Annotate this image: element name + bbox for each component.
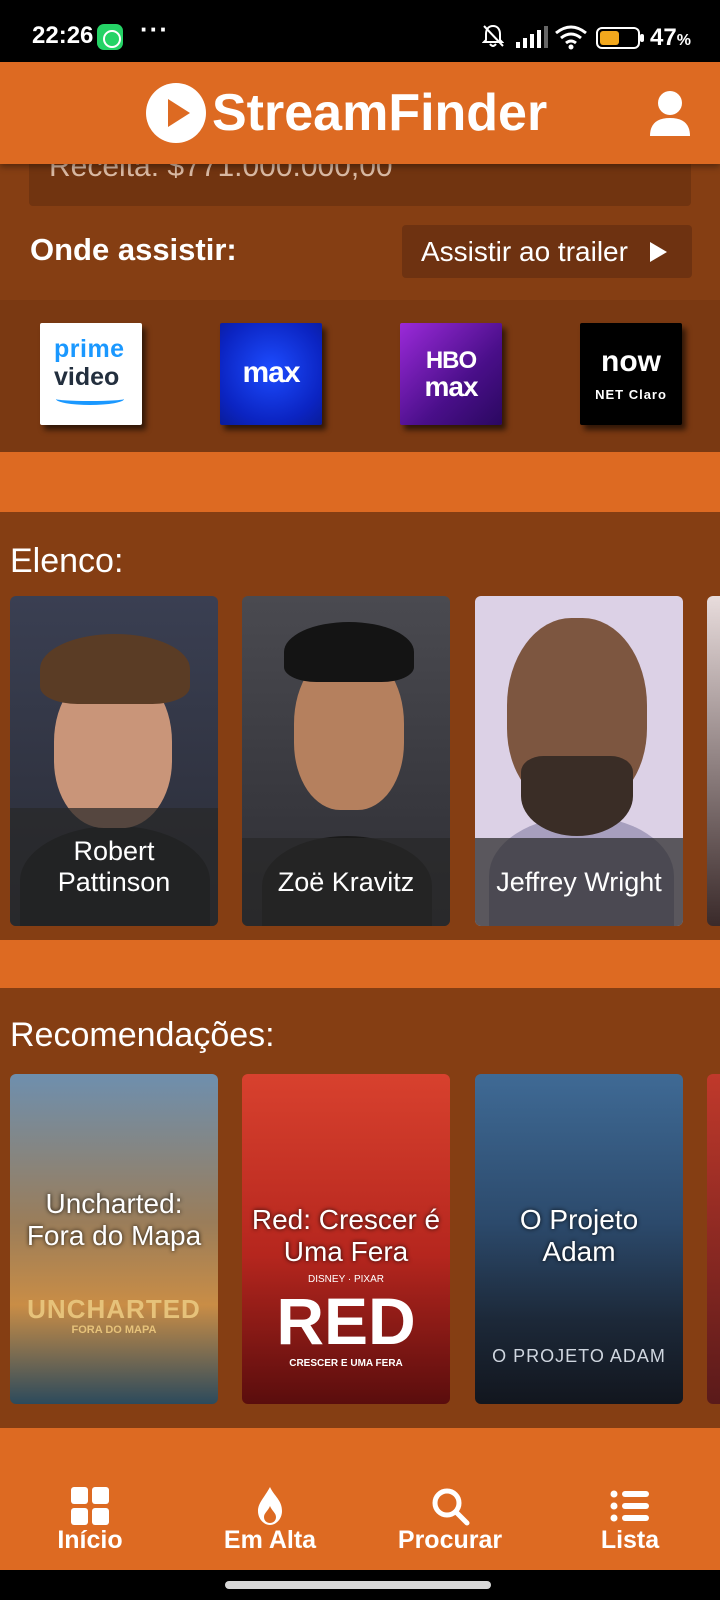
bell-muted-icon bbox=[482, 24, 504, 47]
wifi-icon bbox=[555, 25, 587, 50]
recommendation-title: Red: Crescer é Uma Fera bbox=[251, 1204, 441, 1267]
poster-text: RED bbox=[276, 1284, 416, 1358]
cast-card[interactable]: Zoë Kravitz bbox=[242, 596, 450, 926]
recommendation-title: Uncharted: Fora do Mapa bbox=[26, 1188, 202, 1251]
nav-label: Início bbox=[57, 1526, 123, 1554]
whatsapp-notification-icon bbox=[97, 24, 123, 50]
more-notifications-icon: ··· bbox=[140, 14, 169, 44]
recommendations-section: Recomendações: Uncharted: Fora do Mapa U… bbox=[0, 988, 720, 1428]
grid-icon bbox=[71, 1487, 109, 1525]
cast-card[interactable]: Jeffrey Wright bbox=[475, 596, 683, 926]
flame-icon bbox=[258, 1487, 282, 1525]
where-to-watch-label: Onde assistir: bbox=[30, 232, 237, 267]
nav-label: Em Alta bbox=[223, 1526, 317, 1554]
provider-prime-video[interactable]: prime video bbox=[40, 323, 142, 425]
provider-hbo-max[interactable]: HBO max bbox=[400, 323, 502, 425]
status-bar: 22:26 ··· 47% bbox=[0, 0, 720, 62]
revenue-text: Receita: $771.000.000,00 bbox=[49, 164, 393, 183]
cast-name: Robert Pattinson bbox=[10, 808, 218, 926]
home-gesture-bar[interactable] bbox=[225, 1581, 491, 1589]
watch-trailer-label: Assistir ao trailer bbox=[421, 236, 628, 267]
cast-title: Elenco: bbox=[10, 542, 124, 580]
movie-info-panel: Receita: $771.000.000,00 Onde assistir: … bbox=[0, 164, 720, 300]
poster-subtext: FORA DO MAPA bbox=[71, 1324, 157, 1336]
poster-text: O PROJETO ADAM bbox=[492, 1346, 666, 1366]
app-header: StreamFinder bbox=[0, 62, 720, 164]
watch-trailer-button[interactable]: Assistir ao trailer bbox=[402, 225, 692, 278]
provider-now[interactable]: now NET Claro bbox=[580, 323, 682, 425]
recommendation-card[interactable]: O Projeto Adam O PROJETO ADAM bbox=[475, 1074, 683, 1404]
recommendation-card[interactable] bbox=[707, 1074, 720, 1404]
cast-name: Zoë Kravitz bbox=[242, 838, 450, 926]
play-icon bbox=[650, 242, 667, 262]
nav-procurar[interactable]: Procurar bbox=[360, 1468, 540, 1570]
logo-play-icon[interactable] bbox=[146, 83, 206, 143]
providers-list: prime video max HBO max now NET Claro bbox=[0, 300, 720, 452]
cast-card[interactable] bbox=[707, 596, 720, 926]
cast-section: Elenco: Robert Pattinson Zoë Kravitz Jef… bbox=[0, 512, 720, 940]
poster-text: UNCHARTED bbox=[27, 1294, 201, 1324]
nav-em-alta[interactable]: Em Alta bbox=[180, 1468, 360, 1570]
app-title[interactable]: StreamFinder bbox=[212, 83, 547, 143]
status-time: 22:26 bbox=[32, 22, 94, 49]
recommendations-title: Recomendações: bbox=[10, 1016, 275, 1054]
revenue-box: Receita: $771.000.000,00 bbox=[29, 164, 691, 206]
nav-inicio[interactable]: Início bbox=[0, 1468, 180, 1570]
battery-icon bbox=[596, 27, 644, 49]
nav-label: Procurar bbox=[397, 1526, 503, 1554]
battery-percent: 47% bbox=[650, 24, 691, 51]
profile-icon[interactable] bbox=[648, 90, 692, 138]
prime-smile-icon bbox=[56, 393, 124, 405]
list-icon bbox=[610, 1490, 649, 1522]
cast-name: Jeffrey Wright bbox=[475, 838, 683, 926]
system-gesture-area bbox=[0, 1570, 720, 1600]
bottom-navigation: Início Em Alta Procurar Lista bbox=[0, 1468, 720, 1570]
provider-max[interactable]: max bbox=[220, 323, 322, 425]
movie-details-content[interactable]: Receita: $771.000.000,00 Onde assistir: … bbox=[0, 164, 720, 1468]
nav-lista[interactable]: Lista bbox=[540, 1468, 720, 1570]
search-icon bbox=[432, 1488, 470, 1526]
recommendation-card[interactable]: Red: Crescer é Uma Fera DISNEY · PIXAR R… bbox=[242, 1074, 450, 1404]
cast-card[interactable]: Robert Pattinson bbox=[10, 596, 218, 926]
signal-icon bbox=[516, 26, 548, 48]
poster-subtext: CRESCER E UMA FERA bbox=[289, 1358, 403, 1369]
recommendation-title: O Projeto Adam bbox=[519, 1204, 639, 1267]
recommendation-card[interactable]: Uncharted: Fora do Mapa UNCHARTED FORA D… bbox=[10, 1074, 218, 1404]
nav-label: Lista bbox=[600, 1526, 660, 1554]
